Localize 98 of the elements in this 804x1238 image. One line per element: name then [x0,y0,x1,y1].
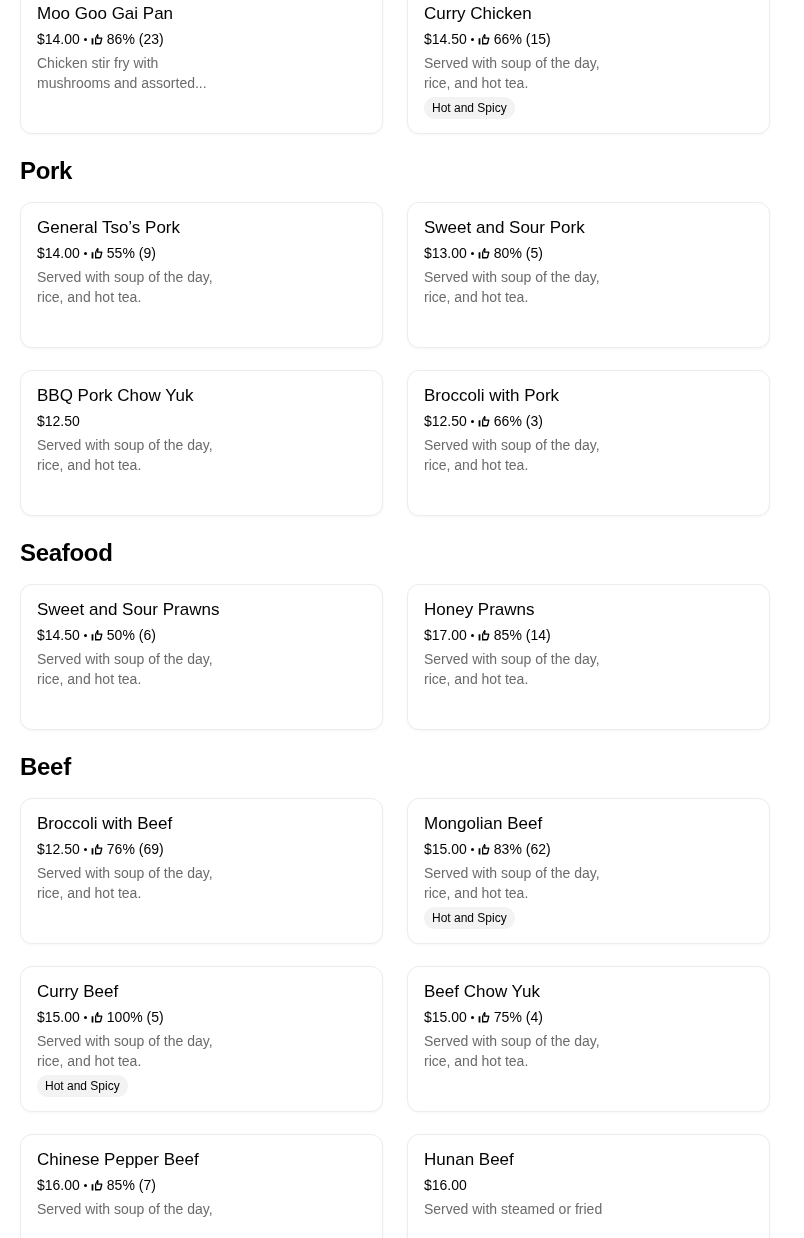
item-description: Served with soup of the day, rice, and hot tea. [424,1032,601,1071]
menu-item-card[interactable]: General Tso’s Pork $14.00 55% (9) Served with soup of the day, rice, and hot tea. [20,202,383,348]
item-price: $15.00 [424,1008,467,1027]
item-tag: Hot and Spicy [424,97,515,119]
item-price: $12.50 [37,412,80,431]
rating-text: 100% (5) [106,1008,164,1027]
rating-text: 80% (5) [493,244,543,263]
separator-dot-icon [83,847,87,851]
thumbs-up-icon [90,629,103,641]
menu-item-card[interactable]: Beef Chow Yuk $15.00 75% (4) Served with soup of the day, rice, and hot tea. [407,966,770,1112]
separator-dot-icon [470,847,474,851]
item-tag: Hot and Spicy [424,907,515,929]
thumbs-up-icon [90,1011,103,1023]
thumbs-up-icon [90,247,103,259]
separator-dot-icon [470,633,474,637]
item-price: $12.50 [424,412,467,431]
thumbs-up-icon [477,415,490,427]
item-price: $14.00 [37,244,80,263]
item-price: $14.50 [37,626,80,645]
item-description: Served with soup of the day, rice, and hot tea. [424,268,601,307]
menu-item-card[interactable]: Broccoli with Beef $12.50 76% (69) Served with soup of the day, rice, and hot tea. [20,798,383,944]
item-name: Broccoli with Pork [424,386,561,406]
item-price: $14.50 [424,30,467,49]
item-price: $17.00 [424,626,467,645]
item-description: Served with soup of the day, rice, and hot tea. [37,1032,214,1071]
item-description: Served with steamed or fried [424,1200,604,1219]
menu-item-card[interactable]: Chinese Pepper Beef $16.00 85% (7) Served with soup of the day, [20,1134,383,1238]
thumbs-up-icon [477,33,490,45]
item-price: $16.00 [37,1176,80,1195]
rating-text: 86% (23) [106,30,164,49]
item-price: $16.00 [424,1176,467,1195]
thumbs-up-icon [477,629,490,641]
rating-text: 75% (4) [493,1008,543,1027]
rating-text: 76% (69) [106,840,164,859]
item-description: Served with soup of the day, rice, and hot tea. [424,650,601,689]
item-description: Served with soup of the day, rice, and hot tea. [424,54,601,93]
item-name: Moo Goo Gai Pan [37,4,175,24]
section-heading: Beef [20,753,73,781]
thumbs-up-icon [477,1011,490,1023]
rating-text: 66% (15) [493,30,551,49]
rating-text: 85% (14) [493,626,551,645]
item-price: $13.00 [424,244,467,263]
menu-item-card[interactable]: BBQ Pork Chow Yuk $12.50 Served with soup of the day, rice, and hot tea. [20,370,383,516]
item-name: Curry Beef [37,982,120,1002]
section-heading: Seafood [20,539,114,567]
item-name: Chinese Pepper Beef [37,1150,200,1170]
item-name: Hunan Beef [424,1150,515,1170]
item-description: Served with soup of the day, rice, and hot tea. [37,864,214,903]
menu-item-card[interactable]: Mongolian Beef $15.00 83% (62) Served with soup of the day, rice, and hot tea. Hot and Spicy [407,798,770,944]
separator-dot-icon [470,251,474,255]
rating-text: 66% (3) [493,412,543,431]
item-price: $15.00 [424,840,467,859]
rating-text: 85% (7) [106,1176,156,1195]
item-name: Beef Chow Yuk [424,982,541,1002]
menu-item-card[interactable]: Honey Prawns $17.00 85% (14) Served with soup of the day, rice, and hot tea. [407,584,770,730]
separator-dot-icon [83,1015,87,1019]
thumbs-up-icon [90,33,103,45]
menu-item-card[interactable]: Moo Goo Gai Pan $14.00 86% (23) Chicken stir fry with mushrooms and assorted... [20,0,383,134]
item-description: Served with soup of the day, rice, and hot tea. [424,864,601,903]
separator-dot-icon [83,37,87,41]
item-name: BBQ Pork Chow Yuk [37,386,195,406]
separator-dot-icon [83,1183,87,1187]
rating-text: 50% (6) [106,626,156,645]
thumbs-up-icon [477,247,490,259]
item-name: Curry Chicken [424,4,533,24]
menu-item-card[interactable]: Sweet and Sour Prawns $14.50 50% (6) Served with soup of the day, rice, and hot tea. [20,584,383,730]
separator-dot-icon [470,37,474,41]
item-description: Served with soup of the day, rice, and hot tea. [37,436,214,475]
item-name: Sweet and Sour Prawns [37,600,221,620]
item-name: Broccoli with Beef [37,814,174,834]
item-description: Served with soup of the day, [37,1200,214,1219]
item-description: Served with soup of the day, rice, and hot tea. [424,436,601,475]
item-name: General Tso’s Pork [37,218,181,238]
separator-dot-icon [83,633,87,637]
separator-dot-icon [470,419,474,423]
rating-text: 55% (9) [106,244,156,263]
menu-item-card[interactable]: Curry Chicken $14.50 66% (15) Served with soup of the day, rice, and hot tea. Hot and Spicy [407,0,770,134]
thumbs-up-icon [90,843,103,855]
item-tag: Hot and Spicy [37,1075,128,1097]
separator-dot-icon [83,251,87,255]
item-price: $12.50 [37,840,80,859]
thumbs-up-icon [90,1179,103,1191]
item-description: Served with soup of the day, rice, and hot tea. [37,650,214,689]
menu-item-card[interactable]: Curry Beef $15.00 100% (5) Served with soup of the day, rice, and hot tea. Hot and Spicy [20,966,383,1112]
thumbs-up-icon [477,843,490,855]
item-description: Chicken stir fry with mushrooms and assorted... [37,54,208,93]
item-name: Sweet and Sour Pork [424,218,586,238]
item-description: Served with soup of the day, rice, and hot tea. [37,268,214,307]
menu-item-card[interactable]: Broccoli with Pork $12.50 66% (3) Served with soup of the day, rice, and hot tea. [407,370,770,516]
menu-item-card[interactable]: Sweet and Sour Pork $13.00 80% (5) Served with soup of the day, rice, and hot tea. [407,202,770,348]
item-name: Honey Prawns [424,600,536,620]
rating-text: 83% (62) [493,840,551,859]
item-price: $14.00 [37,30,80,49]
item-price: $15.00 [37,1008,80,1027]
menu-item-card[interactable]: Hunan Beef $16.00 Served with steamed or fried [407,1134,770,1238]
separator-dot-icon [470,1015,474,1019]
section-heading: Pork [20,157,74,185]
item-name: Mongolian Beef [424,814,544,834]
